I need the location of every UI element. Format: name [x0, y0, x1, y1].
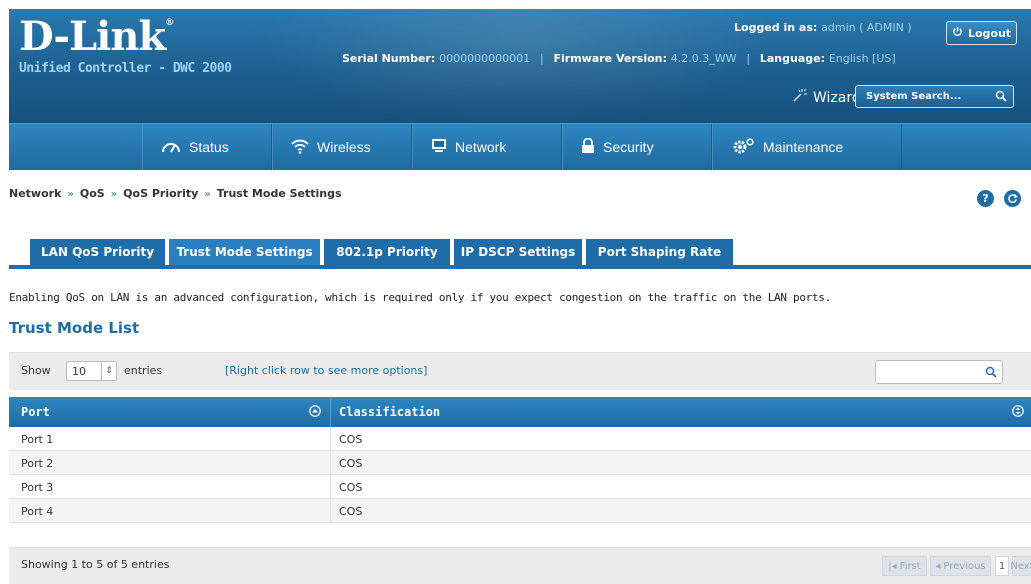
table-row[interactable]: Port 1 COS — [9, 427, 1031, 451]
cell-port: Port 1 — [21, 433, 54, 446]
help-icon[interactable]: ? — [977, 190, 994, 207]
tab-trust-mode-settings[interactable]: Trust Mode Settings — [169, 239, 321, 265]
dlink-logo: D-Link® — [19, 13, 174, 60]
nav-wireless[interactable]: Wireless — [272, 124, 412, 170]
cell-classification: COS — [339, 457, 363, 470]
right-click-hint: [Right click row to see more options] — [225, 364, 428, 377]
table-row[interactable]: Port 2 COS — [9, 451, 1031, 475]
table-header: Port Classification — [9, 397, 1031, 427]
pager-first-label: First — [899, 560, 921, 572]
column-header-classification[interactable]: Classification — [339, 397, 440, 427]
logged-in-info: Logged in as: admin ( ADMIN ) — [734, 21, 912, 34]
lock-icon — [581, 137, 595, 157]
breadcrumb-network[interactable]: Network — [9, 187, 61, 200]
nav-maintenance[interactable]: Maintenance — [712, 124, 902, 170]
wizard-button[interactable]: Wizard — [791, 88, 861, 108]
list-title: Trust Mode List — [9, 319, 140, 337]
table-toolbar: Show 10 ⇕ entries [Right click row to se… — [9, 352, 1031, 390]
tab-802-1p-priority[interactable]: 802.1p Priority — [324, 239, 451, 265]
pager-next-button[interactable]: Next▸ — [1010, 556, 1031, 576]
previous-icon: ◂ — [935, 560, 941, 572]
show-label: Show — [21, 364, 51, 377]
main-nav: Status Wireless Network Security Mainten… — [9, 123, 1031, 170]
page-description: Enabling QoS on LAN is an advanced confi… — [9, 291, 831, 304]
table-footer: Showing 1 to 5 of 5 entries |◂ First ◂ Pre… — [9, 547, 1031, 584]
refresh-icon[interactable] — [1004, 190, 1021, 207]
search-icon[interactable] — [995, 90, 1007, 105]
search-icon — [985, 366, 997, 381]
column-divider — [330, 475, 331, 499]
column-header-port[interactable]: Port — [21, 397, 50, 427]
product-subtitle: Unified Controller - DWC 2000 — [19, 61, 232, 76]
breadcrumb-separator-icon: » — [204, 189, 211, 200]
breadcrumb-qos[interactable]: QoS — [80, 187, 105, 200]
cell-port: Port 3 — [21, 481, 54, 494]
entries-label: entries — [124, 364, 163, 377]
app-header: D-Link® Unified Controller - DWC 2000 Lo… — [9, 9, 1031, 123]
wifi-icon — [291, 138, 309, 157]
wizard-wand-icon — [791, 88, 807, 108]
logout-label: Logout — [967, 26, 1012, 40]
breadcrumb-separator-icon: » — [110, 189, 118, 200]
select-arrows-icon: ⇕ — [101, 362, 116, 380]
language-link[interactable]: English [US] — [829, 52, 896, 65]
tab-bar: LAN QoS Priority Trust Mode Settings 802… — [9, 239, 1031, 269]
table-row[interactable]: Port 3 COS — [9, 475, 1031, 499]
page-size-select[interactable]: 10 ⇕ — [66, 361, 117, 381]
nav-status[interactable]: Status — [142, 124, 272, 170]
pager-first-button[interactable]: |◂ First — [882, 556, 927, 576]
table-search-input[interactable] — [875, 360, 1003, 384]
monitor-icon — [431, 138, 447, 156]
cell-classification: COS — [339, 433, 363, 446]
system-search-input[interactable]: System Search... — [855, 85, 1014, 108]
entries-info: Showing 1 to 5 of 5 entries — [21, 558, 170, 571]
tab-port-shaping-rate[interactable]: Port Shaping Rate — [586, 239, 734, 265]
table-row[interactable]: Port 4 COS — [9, 499, 1031, 523]
wizard-label: Wizard — [813, 90, 861, 106]
breadcrumb-separator-icon: » — [67, 189, 74, 200]
sort-toggle-icon[interactable] — [1012, 405, 1024, 417]
gears-icon — [731, 137, 755, 157]
cell-port: Port 2 — [21, 457, 54, 470]
column-divider — [330, 427, 331, 451]
first-page-icon: |◂ — [888, 560, 897, 572]
column-divider — [330, 451, 331, 475]
column-divider — [330, 499, 331, 523]
page-size-value: 10 — [72, 364, 86, 378]
pager-previous-button[interactable]: ◂ Previous — [930, 556, 991, 576]
nav-network[interactable]: Network — [412, 124, 562, 170]
system-search-placeholder: System Search... — [866, 91, 962, 102]
logout-button[interactable]: Logout — [946, 21, 1017, 45]
column-divider — [330, 397, 331, 427]
breadcrumb: Network » QoS » QoS Priority » Trust Mode Sett… — [9, 187, 342, 200]
cell-classification: COS — [339, 481, 363, 494]
breadcrumb-qos-priority[interactable]: QoS Priority — [123, 187, 198, 200]
cell-classification: COS — [339, 505, 363, 518]
nav-security[interactable]: Security — [562, 124, 712, 170]
sort-ascending-icon[interactable] — [309, 405, 321, 417]
tab-ip-dscp-settings[interactable]: IP DSCP Settings — [454, 239, 583, 265]
pager-page-current[interactable]: 1 — [995, 556, 1009, 576]
cell-port: Port 4 — [21, 505, 54, 518]
system-info: Serial Number: 0000000000001 | Firmware … — [342, 52, 896, 65]
pager-previous-label: Previous — [943, 560, 986, 572]
breadcrumb-current: Trust Mode Settings — [216, 187, 342, 200]
pager-next-label: Next — [1010, 560, 1031, 572]
tab-lan-qos-priority[interactable]: LAN QoS Priority — [30, 239, 166, 265]
power-icon — [952, 26, 963, 40]
dashboard-icon — [161, 138, 181, 157]
